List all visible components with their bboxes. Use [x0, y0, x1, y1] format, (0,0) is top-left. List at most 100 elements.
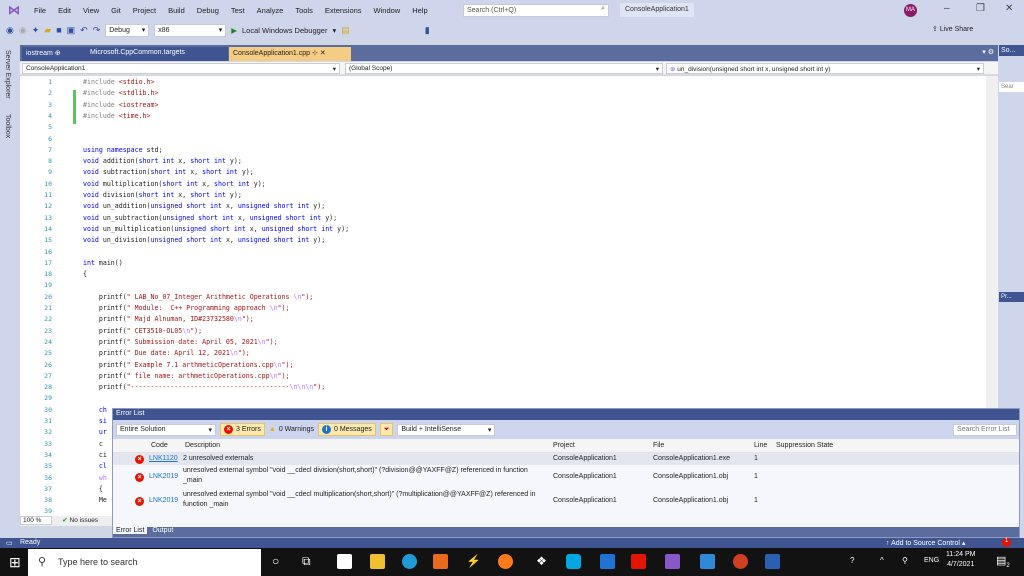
messages-toggle[interactable]: i0 Messages: [318, 423, 376, 436]
forward-icon[interactable]: ◉: [19, 25, 27, 36]
project-select[interactable]: ConsoleApplication1 ▾: [22, 63, 340, 74]
code-line[interactable]: printf("--------------------------------…: [83, 383, 325, 391]
zoom-select[interactable]: 100 %: [20, 516, 53, 525]
code-line[interactable]: ur: [83, 428, 107, 436]
clock[interactable]: 11:24 PM 4/7/2021: [946, 551, 975, 568]
code-line[interactable]: void un_multiplication(unsigned short in…: [83, 225, 349, 233]
skype-icon[interactable]: [566, 554, 581, 569]
platform-select[interactable]: x86 ▾: [154, 23, 227, 37]
word-icon[interactable]: [765, 554, 780, 569]
code-line[interactable]: printf(" CET3510-OL05\n");: [83, 327, 202, 335]
run-debugger-button[interactable]: Local Windows Debugger: [242, 26, 327, 35]
code-line[interactable]: cl: [83, 462, 107, 470]
chevron-down-icon[interactable]: ▾: [332, 26, 336, 35]
code-line[interactable]: Me: [83, 496, 107, 504]
code-line[interactable]: #include <stdlib.h>: [83, 89, 158, 97]
help-icon[interactable]: ?: [850, 556, 854, 565]
code-line[interactable]: using namespace std;: [83, 146, 162, 154]
server-explorer-tab[interactable]: Server Explorer: [4, 50, 11, 99]
error-code-link[interactable]: LNK2019: [149, 473, 178, 480]
app-lightning-icon[interactable]: ⚡: [466, 554, 481, 569]
redo-icon[interactable]: ↷: [93, 25, 101, 36]
menu-extensions[interactable]: Extensions: [319, 6, 368, 15]
menu-window[interactable]: Window: [368, 6, 407, 15]
app-icon[interactable]: [433, 554, 448, 569]
error-row[interactable]: × LNK1120 2 unresolved externals ConsoleApp…: [113, 453, 1019, 465]
menu-file[interactable]: File: [28, 6, 52, 15]
open-icon[interactable]: ▰: [44, 25, 51, 36]
code-line[interactable]: void un_subtraction(unsigned short int x…: [83, 214, 337, 222]
file-explorer-icon[interactable]: [370, 554, 385, 569]
menu-help[interactable]: Help: [406, 6, 433, 15]
undo-icon[interactable]: ↶: [80, 25, 88, 36]
task-view-icon[interactable]: ⧉: [302, 554, 311, 569]
live-share-button[interactable]: ⇪ Live Share: [932, 25, 973, 33]
code-line[interactable]: printf(" Example 7.1 arthmeticOperations…: [83, 361, 294, 369]
firefox-icon[interactable]: [498, 554, 513, 569]
code-line[interactable]: #include <stdio.h>: [83, 78, 154, 86]
save-all-icon[interactable]: ▣: [67, 25, 76, 36]
code-line[interactable]: {: [83, 270, 87, 278]
toolbox-tab[interactable]: Toolbox: [4, 114, 11, 138]
code-line[interactable]: {: [83, 485, 103, 493]
solution-search[interactable]: Sear: [999, 82, 1024, 92]
tab-consoleapplication1-cpp[interactable]: ConsoleApplication1.cpp ⊹ ✕: [229, 47, 351, 61]
code-line[interactable]: printf(" LAB_No_07_Integer Arithmetic Op…: [83, 293, 313, 301]
menu-build[interactable]: Build: [162, 6, 191, 15]
code-line[interactable]: void un_division(unsigned short int x, u…: [83, 236, 325, 244]
code-line[interactable]: c: [83, 440, 103, 448]
close-icon[interactable]: ✕: [1005, 3, 1013, 14]
search-error-list-input[interactable]: Search Error List: [953, 423, 1017, 436]
code-line[interactable]: void addition(short int x, short int y);: [83, 157, 242, 165]
code-line[interactable]: ch: [83, 406, 107, 414]
menu-debug[interactable]: Debug: [191, 6, 225, 15]
pin-icon[interactable]: ⊹: [312, 50, 318, 57]
column-file[interactable]: File: [653, 442, 664, 449]
menu-git[interactable]: Git: [105, 6, 127, 15]
close-tab-icon[interactable]: ✕: [320, 50, 326, 57]
restore-icon[interactable]: ❐: [976, 3, 985, 14]
error-code-link[interactable]: LNK2019: [149, 497, 178, 504]
tab-error-list[interactable]: Error List: [113, 527, 148, 534]
menu-edit[interactable]: Edit: [52, 6, 77, 15]
column-suppression-state[interactable]: Suppression State: [776, 442, 833, 449]
solution-explorer-tab[interactable]: So...: [999, 45, 1024, 56]
add-to-source-control-button[interactable]: ↑ Add to Source Control ▴: [886, 539, 965, 547]
issues-status[interactable]: No issues: [70, 517, 99, 524]
mail-icon[interactable]: [600, 554, 615, 569]
store-icon[interactable]: [337, 554, 352, 569]
code-line[interactable]: #include <time.h>: [83, 112, 151, 120]
menu-analyze[interactable]: Analyze: [251, 6, 290, 15]
play-icon[interactable]: ▶: [231, 26, 237, 35]
save-icon[interactable]: ■: [56, 25, 61, 35]
code-line[interactable]: int main(): [83, 259, 123, 267]
edge-icon[interactable]: [402, 554, 417, 569]
visual-studio-icon[interactable]: [665, 554, 680, 569]
scope-filter-select[interactable]: Entire Solution ▾: [116, 423, 216, 436]
build-filter-select[interactable]: Build + IntelliSense ▾: [397, 423, 496, 436]
taskbar-search-input[interactable]: ⚲ Type here to search: [28, 549, 261, 576]
column-code[interactable]: Code: [151, 442, 168, 449]
code-line[interactable]: ci: [83, 451, 107, 459]
column-project[interactable]: Project: [553, 442, 575, 449]
properties-tab[interactable]: Pr...: [999, 292, 1024, 302]
code-line[interactable]: void un_addition(unsigned short int x, u…: [83, 202, 325, 210]
windows-start-icon[interactable]: ⊞: [9, 554, 21, 571]
cortana-icon[interactable]: ○: [272, 554, 279, 568]
configuration-select[interactable]: Debug ▾: [105, 23, 150, 37]
member-select[interactable]: ⊛ un_division(unsigned short int x, unsi…: [666, 63, 984, 74]
errors-toggle[interactable]: × 3 Errors: [220, 423, 265, 436]
code-line[interactable]: void multiplication(short int x, short i…: [83, 180, 266, 188]
code-line[interactable]: printf(" Module: C++ Programming approac…: [83, 304, 290, 312]
code-line[interactable]: printf(" Majd Alnuman, ID#23732580\n");: [83, 315, 254, 323]
error-row[interactable]: × LNK2019 unresolved external symbol "void…: [113, 489, 1019, 513]
tab-iostream[interactable]: iostream ⊕: [22, 47, 86, 61]
menu-view[interactable]: View: [77, 6, 105, 15]
pdf-icon[interactable]: [631, 554, 646, 569]
search-input[interactable]: Search (Ctrl+Q) ⌕: [463, 4, 609, 17]
new-project-icon[interactable]: ✦: [32, 25, 40, 36]
menu-tools[interactable]: Tools: [289, 6, 319, 15]
code-line[interactable]: #include <iostream>: [83, 101, 158, 109]
powerpoint-icon[interactable]: [733, 554, 748, 569]
code-line[interactable]: void subtraction(short int x, short int …: [83, 168, 254, 176]
